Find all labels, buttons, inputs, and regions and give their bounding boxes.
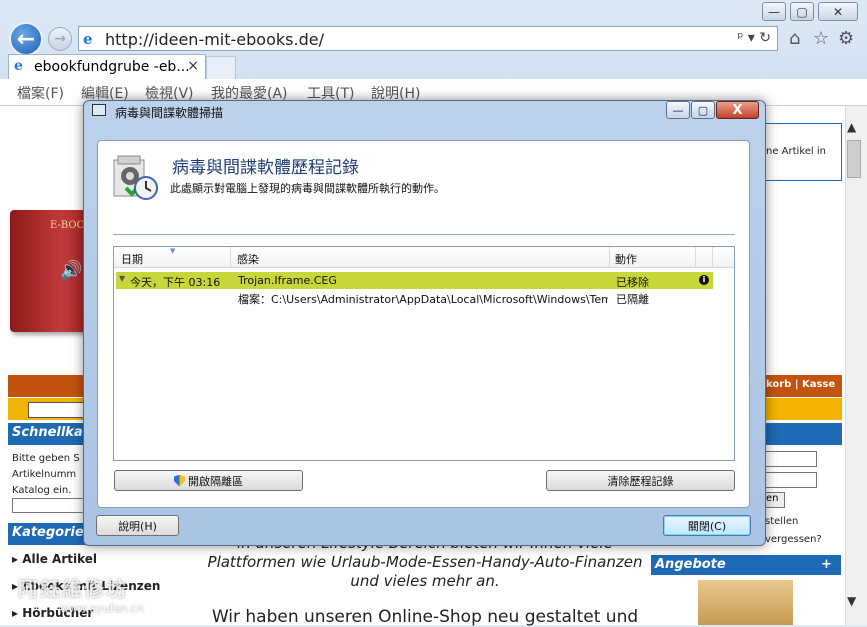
search-refresh-icons[interactable]: ᵖ ▾ ↻	[737, 30, 771, 46]
dialog-title: 病毒與間諜軟體掃描	[115, 106, 224, 120]
history-description: 此處顯示對電腦上發現的病毒與間諜軟體所執行的動作。	[170, 182, 445, 195]
row-date: 今天，下午 03:16	[130, 276, 221, 289]
dialog-maximize-button[interactable]: ▢	[691, 101, 715, 119]
forward-button[interactable]: →	[48, 27, 72, 51]
row-file-path: 檔案：C:\Users\Administrator\AppData\Local\…	[238, 293, 608, 306]
column-separator[interactable]	[609, 247, 610, 268]
watermark: 阿鈺維修坊	[18, 577, 128, 601]
column-infection[interactable]: 感染	[237, 251, 259, 267]
scroll-thumb[interactable]	[847, 140, 861, 178]
quick-buy-line: Bitte geben S	[12, 453, 80, 464]
forgot-password-link[interactable]: vergessen?	[765, 534, 822, 545]
back-arrow-icon: ←	[16, 26, 36, 52]
address-bar[interactable]: e http://ideen-mit-ebooks.de/ ᵖ ▾ ↻	[78, 26, 778, 51]
offers-title: Angebote	[655, 557, 726, 572]
open-quarantine-label: 開啟隔離區	[188, 474, 243, 488]
divider	[113, 234, 735, 235]
info-icon[interactable]: i	[699, 275, 709, 285]
close-dialog-button[interactable]: 關閉(C)	[663, 515, 751, 536]
login-button[interactable]: en	[765, 492, 785, 508]
content-text: Wir haben unseren Online-Shop neu gestal…	[211, 607, 639, 627]
dialog-window-icon	[92, 104, 106, 116]
column-separator[interactable]	[695, 247, 696, 268]
scan-history-icon	[113, 155, 158, 200]
forward-arrow-icon: →	[54, 31, 66, 47]
dialog-minimize-button[interactable]: —	[666, 101, 690, 119]
right-yellow-bar	[762, 398, 842, 420]
list-column-header	[114, 247, 734, 268]
history-heading: 病毒與間諜軟體歷程記錄	[172, 158, 359, 178]
favorites-star-icon[interactable]: ☆	[813, 28, 829, 49]
login-password-input[interactable]	[765, 472, 817, 488]
scroll-up-icon[interactable]: ▲	[847, 120, 856, 134]
tab-title: ebookfundgrube -eb...	[34, 59, 190, 75]
page-scrollbar[interactable]	[845, 106, 867, 625]
quick-buy-line: Artikelnumm	[12, 469, 77, 480]
register-link[interactable]: stellen	[765, 516, 798, 527]
cart-box-text: ne Artikel in	[766, 146, 826, 157]
column-date[interactable]: 日期	[121, 251, 143, 267]
row-action: 已移除	[616, 276, 649, 289]
quick-buy-input[interactable]	[12, 498, 84, 513]
ie-page-icon: e	[83, 30, 93, 48]
dialog-close-button[interactable]: X	[716, 101, 759, 119]
tab-close-icon[interactable]: ×	[187, 58, 199, 74]
row-infection: Trojan.Iframe.CEG	[238, 274, 337, 287]
column-separator[interactable]	[230, 247, 231, 268]
offers-image[interactable]	[698, 580, 793, 625]
watermark-url: www.ayufan.cn	[60, 602, 144, 615]
column-separator[interactable]	[712, 247, 713, 268]
home-icon[interactable]: ⌂	[789, 28, 800, 49]
sort-indicator-icon: ▼	[170, 247, 176, 255]
row-action: 已隔離	[616, 293, 649, 306]
quick-buy-header: Schnellkau	[8, 423, 92, 445]
cart-links[interactable]: korb | Kasse	[762, 375, 842, 397]
offers-header: Angebote +	[651, 555, 841, 575]
browser-tab[interactable]: e ebookfundgrube -eb... ×	[8, 54, 206, 79]
column-action[interactable]: 動作	[615, 251, 637, 267]
window-minimize-button[interactable]: —	[762, 2, 786, 21]
window-close-button[interactable]: ✕	[818, 2, 858, 21]
content-text: und vieles mehr an.	[350, 572, 500, 590]
gear-icon[interactable]: ⚙	[838, 28, 854, 49]
clear-history-button[interactable]: 清除歷程記錄	[546, 470, 735, 491]
back-button[interactable]: ←	[9, 22, 43, 56]
menu-file[interactable]: 檔案(F)	[17, 83, 64, 103]
category-label[interactable]: Alle Artikel	[22, 552, 97, 566]
cart-links-label[interactable]: korb | Kasse	[766, 379, 835, 390]
address-url[interactable]: http://ideen-mit-ebooks.de/	[105, 30, 324, 49]
scroll-down-icon[interactable]: ▼	[847, 594, 856, 608]
speaker-icon: 🔊	[60, 260, 83, 281]
content-text: Plattformen wie Urlaub-Mode-Essen-Handy-…	[207, 553, 643, 571]
offers-expand-icon[interactable]: +	[821, 557, 832, 572]
new-tab-button[interactable]	[206, 56, 236, 79]
ie-tab-icon: e	[14, 58, 23, 74]
categories-header: Kategorien	[8, 523, 93, 545]
help-button[interactable]: 說明(H)	[96, 515, 179, 536]
window-maximize-button[interactable]: ▢	[790, 2, 814, 21]
open-quarantine-button[interactable]: 開啟隔離區	[114, 470, 303, 491]
login-header	[762, 423, 842, 445]
expand-triangle-icon[interactable]: ▼	[119, 274, 125, 283]
quick-buy-text: Bitte geben S Artikelnumm Katalog ein.	[12, 451, 80, 499]
quick-buy-line: Katalog ein.	[12, 485, 72, 496]
uac-shield-icon	[174, 474, 185, 487]
login-email-input[interactable]	[765, 451, 817, 467]
category-link[interactable]: ▸ Alle Artikel	[12, 552, 97, 566]
